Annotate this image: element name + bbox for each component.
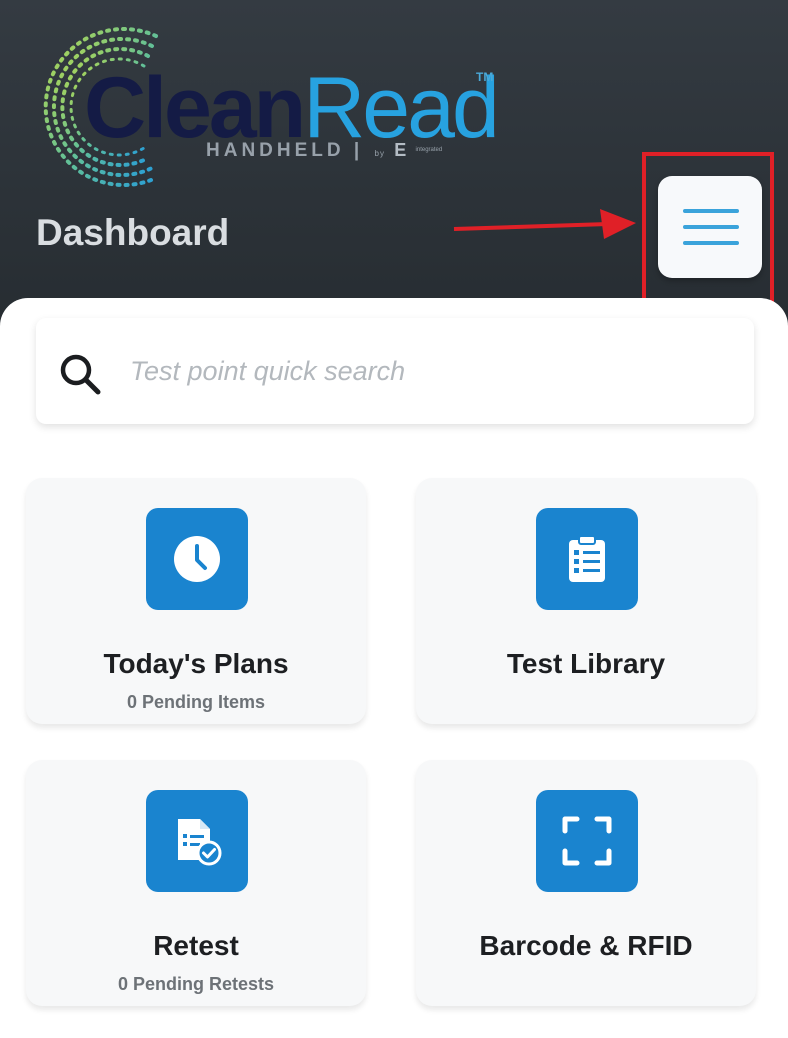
tile-todays-plans[interactable]: Today's Plans 0 Pending Items [26, 478, 366, 724]
tile-title: Today's Plans [103, 648, 289, 679]
tile-icon-box [146, 508, 248, 610]
dashboard-content: Today's Plans 0 Pending Items Test Libra… [0, 298, 788, 1038]
scan-frame-icon [562, 816, 612, 866]
page-title: Dashboard [36, 212, 230, 253]
logo-subtitle: HANDHELD | by E integrated [206, 140, 443, 161]
tile-title: Barcode & RFID [479, 930, 693, 961]
tile-subtitle: 0 Pending Retests [117, 974, 275, 994]
logo-maker-mark: E [394, 140, 407, 160]
tile-icon-box [536, 790, 638, 892]
logo-maker-text: integrated [415, 147, 443, 154]
document-check-icon [178, 819, 222, 866]
app-header: CleanRead TM HANDHELD | by E integrated … [0, 0, 788, 340]
hamburger-menu-icon-line [683, 241, 739, 245]
logo-by-text: by [374, 149, 385, 158]
hamburger-menu-icon-line [683, 225, 739, 229]
tile-title: Test Library [506, 648, 666, 679]
tile-subtitle: 0 Pending Items [126, 692, 266, 712]
tile-retest[interactable]: Retest 0 Pending Retests [26, 760, 366, 1006]
tile-barcode-rfid[interactable]: Barcode & RFID [416, 760, 756, 1006]
tile-test-library[interactable]: Test Library [416, 478, 756, 724]
search-icon[interactable] [58, 352, 102, 396]
clipboard-checklist-icon [569, 535, 605, 582]
hamburger-menu-button[interactable] [658, 176, 762, 278]
hamburger-menu-icon [683, 209, 739, 213]
search-input[interactable] [128, 340, 732, 402]
tile-icon-box [536, 508, 638, 610]
clock-icon [174, 536, 220, 582]
tile-title: Retest [153, 930, 239, 961]
logo-handheld-text: HANDHELD [206, 140, 345, 161]
cleanread-logo: CleanRead TM HANDHELD | by E integrated [28, 18, 508, 193]
logo-trademark: TM [476, 70, 494, 84]
search-bar[interactable] [36, 318, 754, 424]
tile-icon-box [146, 790, 248, 892]
annotation-arrow-icon [453, 209, 636, 239]
